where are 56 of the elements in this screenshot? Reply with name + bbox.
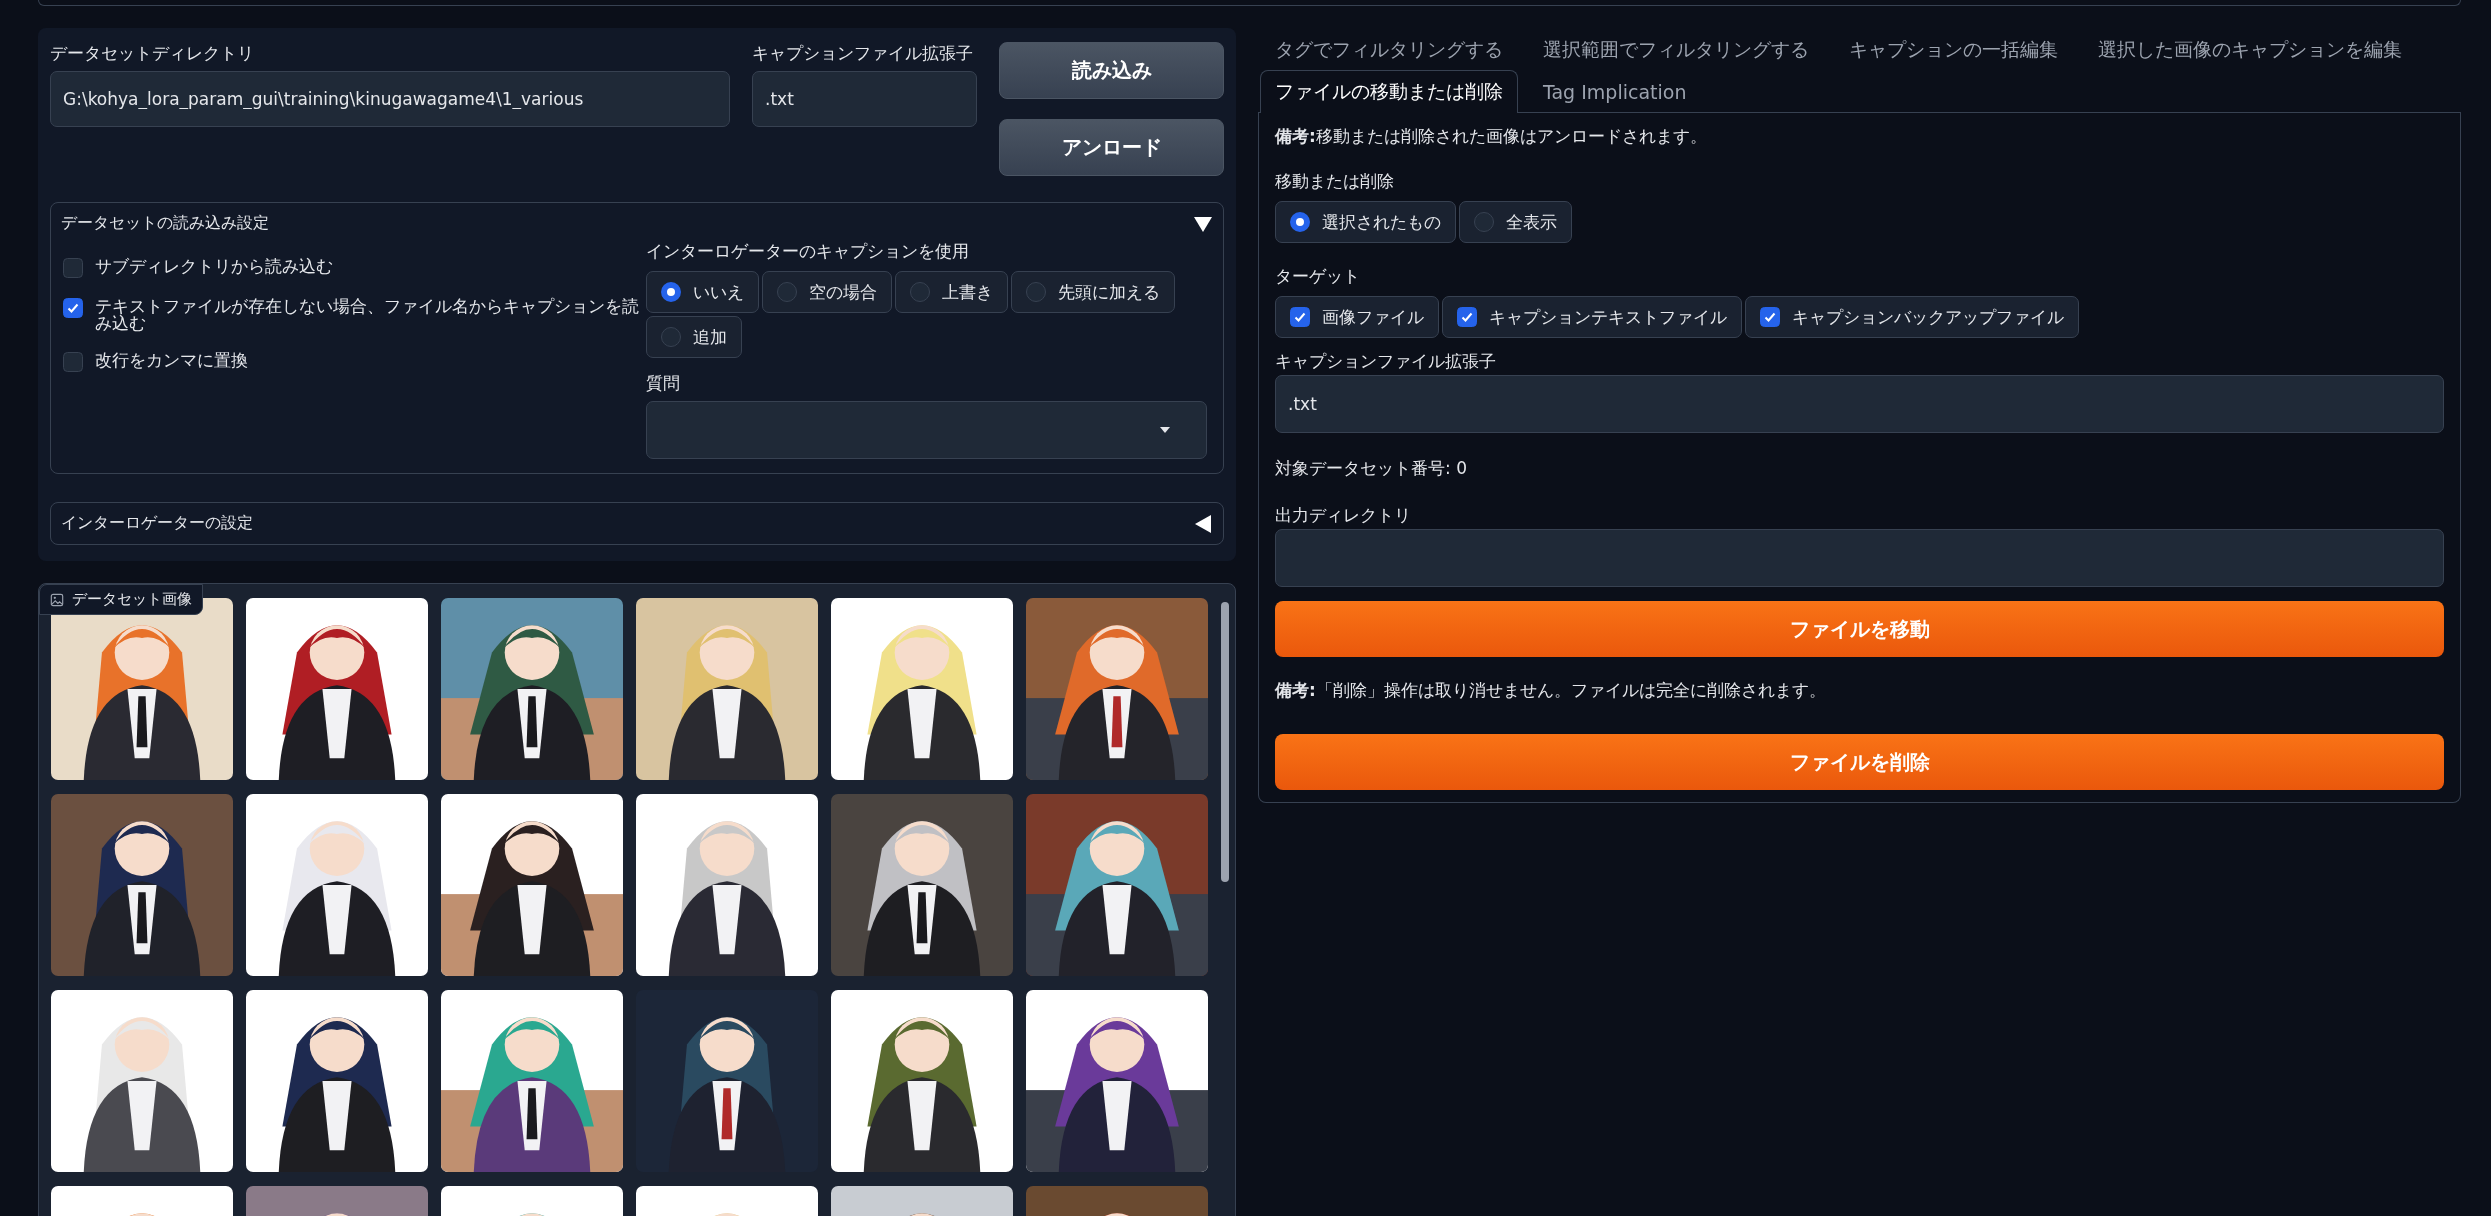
radio-option[interactable]: 先頭に加える — [1011, 271, 1175, 313]
accordion-title[interactable]: データセットの読み込み設定 — [61, 213, 269, 234]
radio-option[interactable]: 追加 — [646, 316, 742, 358]
tab[interactable]: キャプションの一括編集 — [1834, 28, 2073, 71]
tab[interactable]: 選択範囲でフィルタリングする — [1528, 28, 1824, 71]
gallery-title: データセット画像 — [72, 590, 192, 609]
checkbox-option[interactable]: キャプションテキストファイル — [1442, 296, 1742, 338]
radio-group-label: 移動または削除 — [1275, 170, 1395, 193]
radio-button[interactable] — [661, 327, 681, 347]
warning-text: 備考:「削除」操作は取り消せません。ファイルは完全に削除されます。 — [1275, 679, 1827, 702]
directory-field[interactable]: G:\kohya_lora_param_gui\training\kinugawagame4\1_various — [50, 71, 730, 127]
scrollbar-thumb[interactable] — [1221, 602, 1229, 882]
radio-button[interactable] — [1290, 212, 1310, 232]
radio-group-label: インターロゲーターのキャプションを使用 — [646, 240, 970, 263]
radio-button[interactable] — [661, 282, 681, 302]
radio-button[interactable] — [777, 282, 797, 302]
triangle-left-icon[interactable] — [1193, 513, 1213, 534]
checkbox-group-label: ターゲット — [1275, 265, 1361, 288]
checkbox[interactable] — [63, 298, 83, 318]
radio-option[interactable]: いいえ — [646, 271, 759, 313]
radio-button[interactable] — [910, 282, 930, 302]
tab[interactable]: 選択した画像のキャプションを編集 — [2083, 28, 2417, 71]
field-label: キャプションファイル拡張子 — [752, 42, 974, 65]
radio-button[interactable] — [1026, 282, 1046, 302]
dropdown-label: 質問 — [646, 372, 681, 395]
checkbox[interactable] — [1290, 307, 1310, 327]
image-icon — [50, 592, 64, 607]
checkbox-label: 改行をカンマに置換 — [95, 352, 249, 369]
load-button[interactable]: 読み込み — [999, 42, 1224, 99]
field-label: キャプションファイル拡張子 — [1275, 350, 1497, 373]
checkbox-label: テキストファイルが存在しない場合、ファイル名からキャプションを読み込む — [95, 298, 640, 332]
checkbox[interactable] — [63, 258, 83, 278]
radio-button[interactable] — [1474, 212, 1494, 232]
extension-field[interactable]: .txt — [1275, 375, 2444, 433]
caret-icon — [1160, 427, 1170, 433]
checkbox-option[interactable]: 画像ファイル — [1275, 296, 1439, 338]
radio-option[interactable]: 上書き — [895, 271, 1008, 313]
checkbox[interactable] — [1760, 307, 1780, 327]
tab[interactable]: タグでフィルタリングする — [1260, 28, 1518, 71]
field-label: データセットディレクトリ — [50, 42, 255, 65]
note-text: 備考:移動または削除された画像はアンロードされます。 — [1275, 125, 1708, 148]
checkbox[interactable] — [63, 352, 83, 372]
checkbox[interactable] — [1457, 307, 1477, 327]
field-label: 出力ディレクトリ — [1275, 504, 1412, 527]
tab[interactable]: ファイルの移動または削除 — [1260, 70, 1518, 113]
dataset-number-text: 対象データセット番号: 0 — [1275, 457, 1468, 480]
tab[interactable]: Tag Implication — [1528, 70, 1702, 113]
checkbox-label: サブディレクトリから読み込む — [95, 258, 334, 275]
accordion-title[interactable]: インターロゲーターの設定 — [61, 513, 253, 534]
radio-option[interactable]: 空の場合 — [762, 271, 892, 313]
extension-field[interactable]: .txt — [752, 71, 977, 127]
checkbox-option[interactable]: キャプションバックアップファイル — [1745, 296, 2079, 338]
unload-button[interactable]: アンロード — [999, 119, 1224, 176]
output-directory-field[interactable] — [1275, 529, 2444, 587]
radio-option[interactable]: 全表示 — [1459, 201, 1572, 243]
radio-option[interactable]: 選択されたもの — [1275, 201, 1456, 243]
